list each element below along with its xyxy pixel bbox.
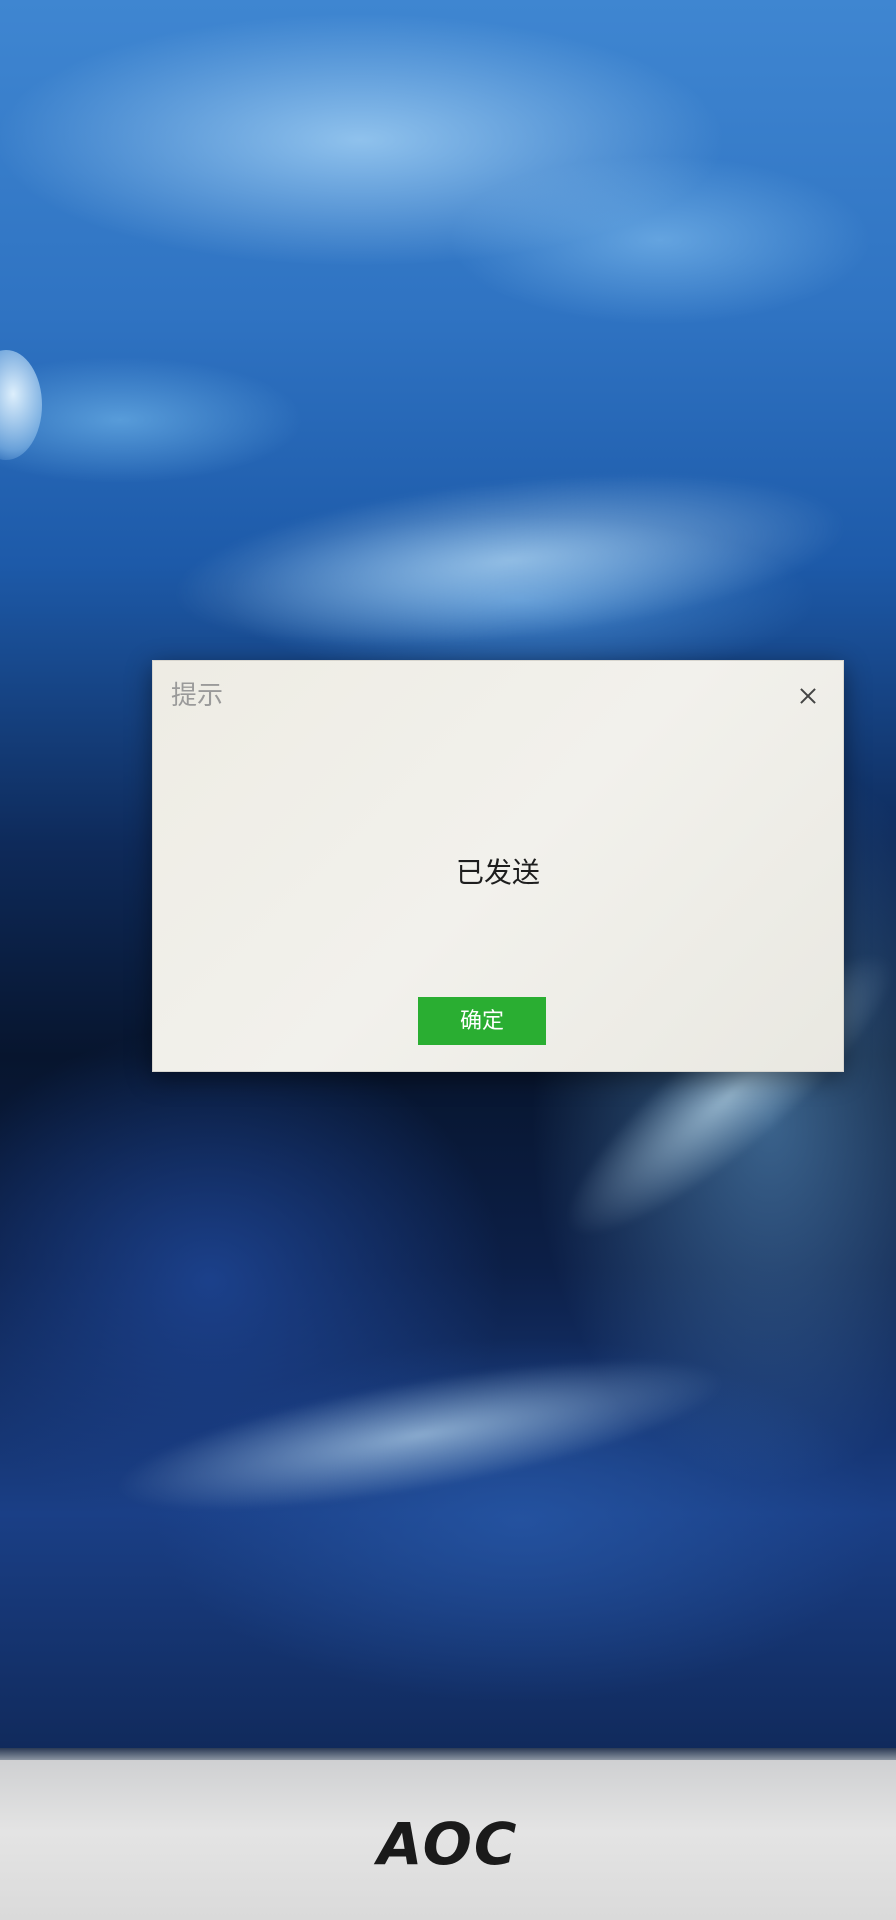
close-icon[interactable]: [795, 683, 821, 709]
wave-crest: [105, 1327, 735, 1543]
alert-dialog: 提示 已发送 确定: [152, 660, 844, 1072]
dialog-title: 提示: [171, 681, 224, 711]
confirm-button[interactable]: 确定: [418, 997, 546, 1045]
wave-crest: [163, 444, 857, 676]
water-drop: [0, 350, 42, 460]
dialog-message: 已发送: [455, 856, 540, 889]
brand-logo: AOC: [377, 1810, 519, 1878]
photo-of-monitor: 提示 已发送 确定 AOC: [0, 0, 896, 1920]
